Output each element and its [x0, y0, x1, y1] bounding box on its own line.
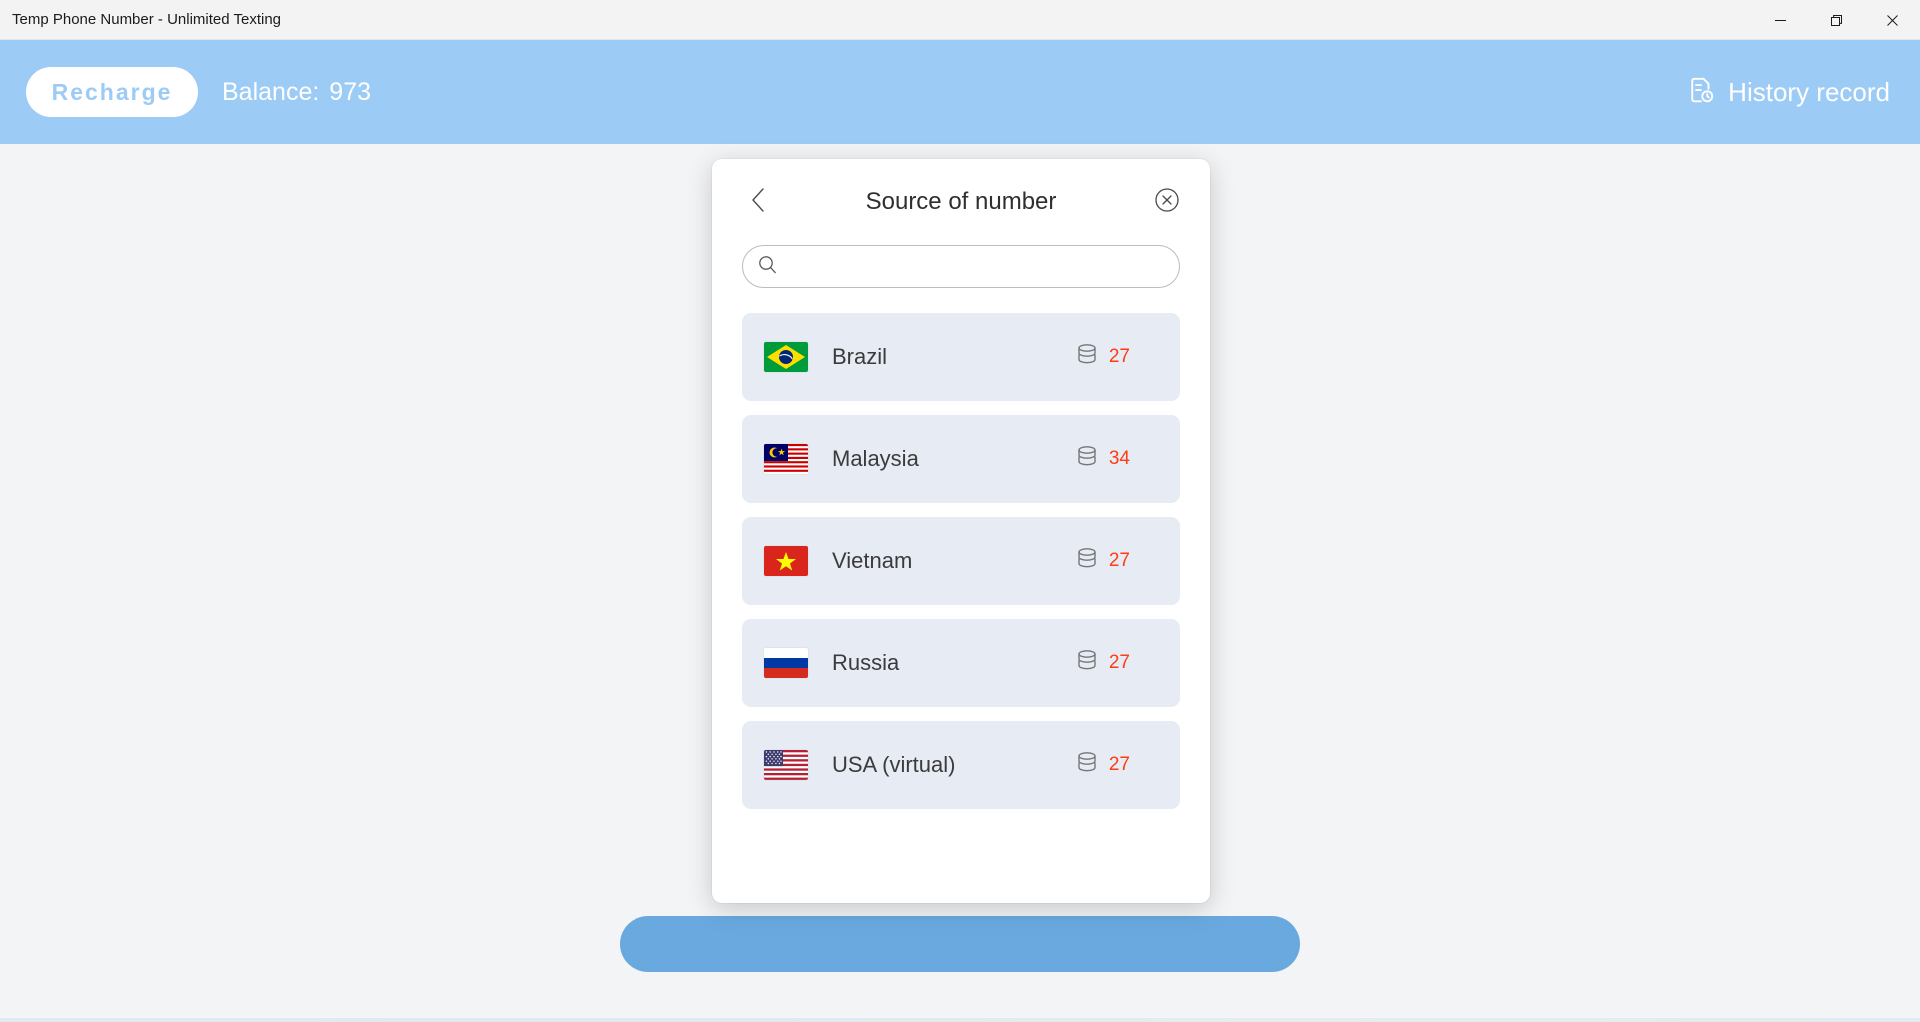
maximize-button[interactable]: [1808, 0, 1864, 40]
database-icon: [1076, 343, 1098, 372]
flag-vietnam-icon: [764, 546, 808, 576]
balance-value: 973: [329, 77, 372, 106]
dialog-title: Source of number: [865, 188, 1057, 215]
country-name: Malaysia: [832, 446, 919, 471]
stock-indicator: 27: [1076, 547, 1130, 576]
stock-indicator: 27: [1076, 751, 1130, 780]
count-value: 27: [1108, 754, 1130, 775]
restore-icon: [1830, 14, 1842, 26]
app-header: Recharge Balance: 973 History record: [0, 40, 1920, 144]
close-icon: [1886, 14, 1898, 26]
balance-label: Balance:: [222, 77, 320, 106]
database-icon: [1076, 547, 1098, 576]
country-name: Brazil: [832, 344, 888, 369]
obscured-primary-button[interactable]: [620, 916, 1300, 972]
search-box[interactable]: [742, 245, 1180, 288]
list-item[interactable]: USA (virtual) 27: [742, 721, 1180, 809]
database-icon: [1076, 445, 1098, 474]
country-name: Vietnam: [832, 548, 913, 573]
dialog-header: Source of number: [712, 159, 1210, 245]
bottom-divider: [0, 1018, 1920, 1022]
flag-russia-icon: [764, 648, 808, 678]
country-list[interactable]: Brazil 27 Malaysia 34 Vietnam 27 Russia …: [712, 313, 1210, 873]
close-button[interactable]: [1864, 0, 1920, 40]
history-record-button[interactable]: History record: [1686, 75, 1890, 110]
history-record-label: History record: [1728, 76, 1890, 107]
recharge-button[interactable]: Recharge: [26, 67, 198, 117]
window-title: Temp Phone Number - Unlimited Texting: [12, 11, 282, 28]
balance-display: Balance: 973: [222, 78, 371, 107]
count-value: 27: [1108, 346, 1130, 367]
search-icon: [757, 254, 778, 280]
search-input[interactable]: [788, 256, 1165, 277]
list-item[interactable]: Brazil 27: [742, 313, 1180, 401]
window-titlebar: Temp Phone Number - Unlimited Texting: [0, 0, 1920, 40]
dialog-close-button[interactable]: [1152, 187, 1182, 217]
source-of-number-dialog: Source of number Brazil 27 Malaysia 34 V…: [712, 159, 1210, 903]
search-area: [712, 245, 1210, 288]
chevron-left-icon: [748, 185, 770, 220]
back-button[interactable]: [742, 185, 776, 219]
flag-usa-icon: [764, 750, 808, 780]
count-value: 27: [1108, 550, 1130, 571]
count-value: 27: [1108, 652, 1130, 673]
country-name: Russia: [832, 650, 900, 675]
minimize-button[interactable]: [1752, 0, 1808, 40]
database-icon: [1076, 751, 1098, 780]
minimize-icon: [1774, 19, 1786, 21]
window-controls: [1752, 0, 1920, 40]
stock-indicator: 27: [1076, 649, 1130, 678]
stock-indicator: 34: [1076, 445, 1130, 474]
document-clock-icon: [1686, 75, 1716, 110]
flag-brazil-icon: [764, 342, 808, 372]
stock-indicator: 27: [1076, 343, 1130, 372]
flag-malaysia-icon: [764, 444, 808, 474]
close-circle-icon: [1153, 186, 1181, 219]
list-item[interactable]: Russia 27: [742, 619, 1180, 707]
count-value: 34: [1108, 448, 1130, 469]
list-item[interactable]: Vietnam 27: [742, 517, 1180, 605]
list-item[interactable]: Malaysia 34: [742, 415, 1180, 503]
database-icon: [1076, 649, 1098, 678]
country-name: USA (virtual): [832, 752, 956, 777]
